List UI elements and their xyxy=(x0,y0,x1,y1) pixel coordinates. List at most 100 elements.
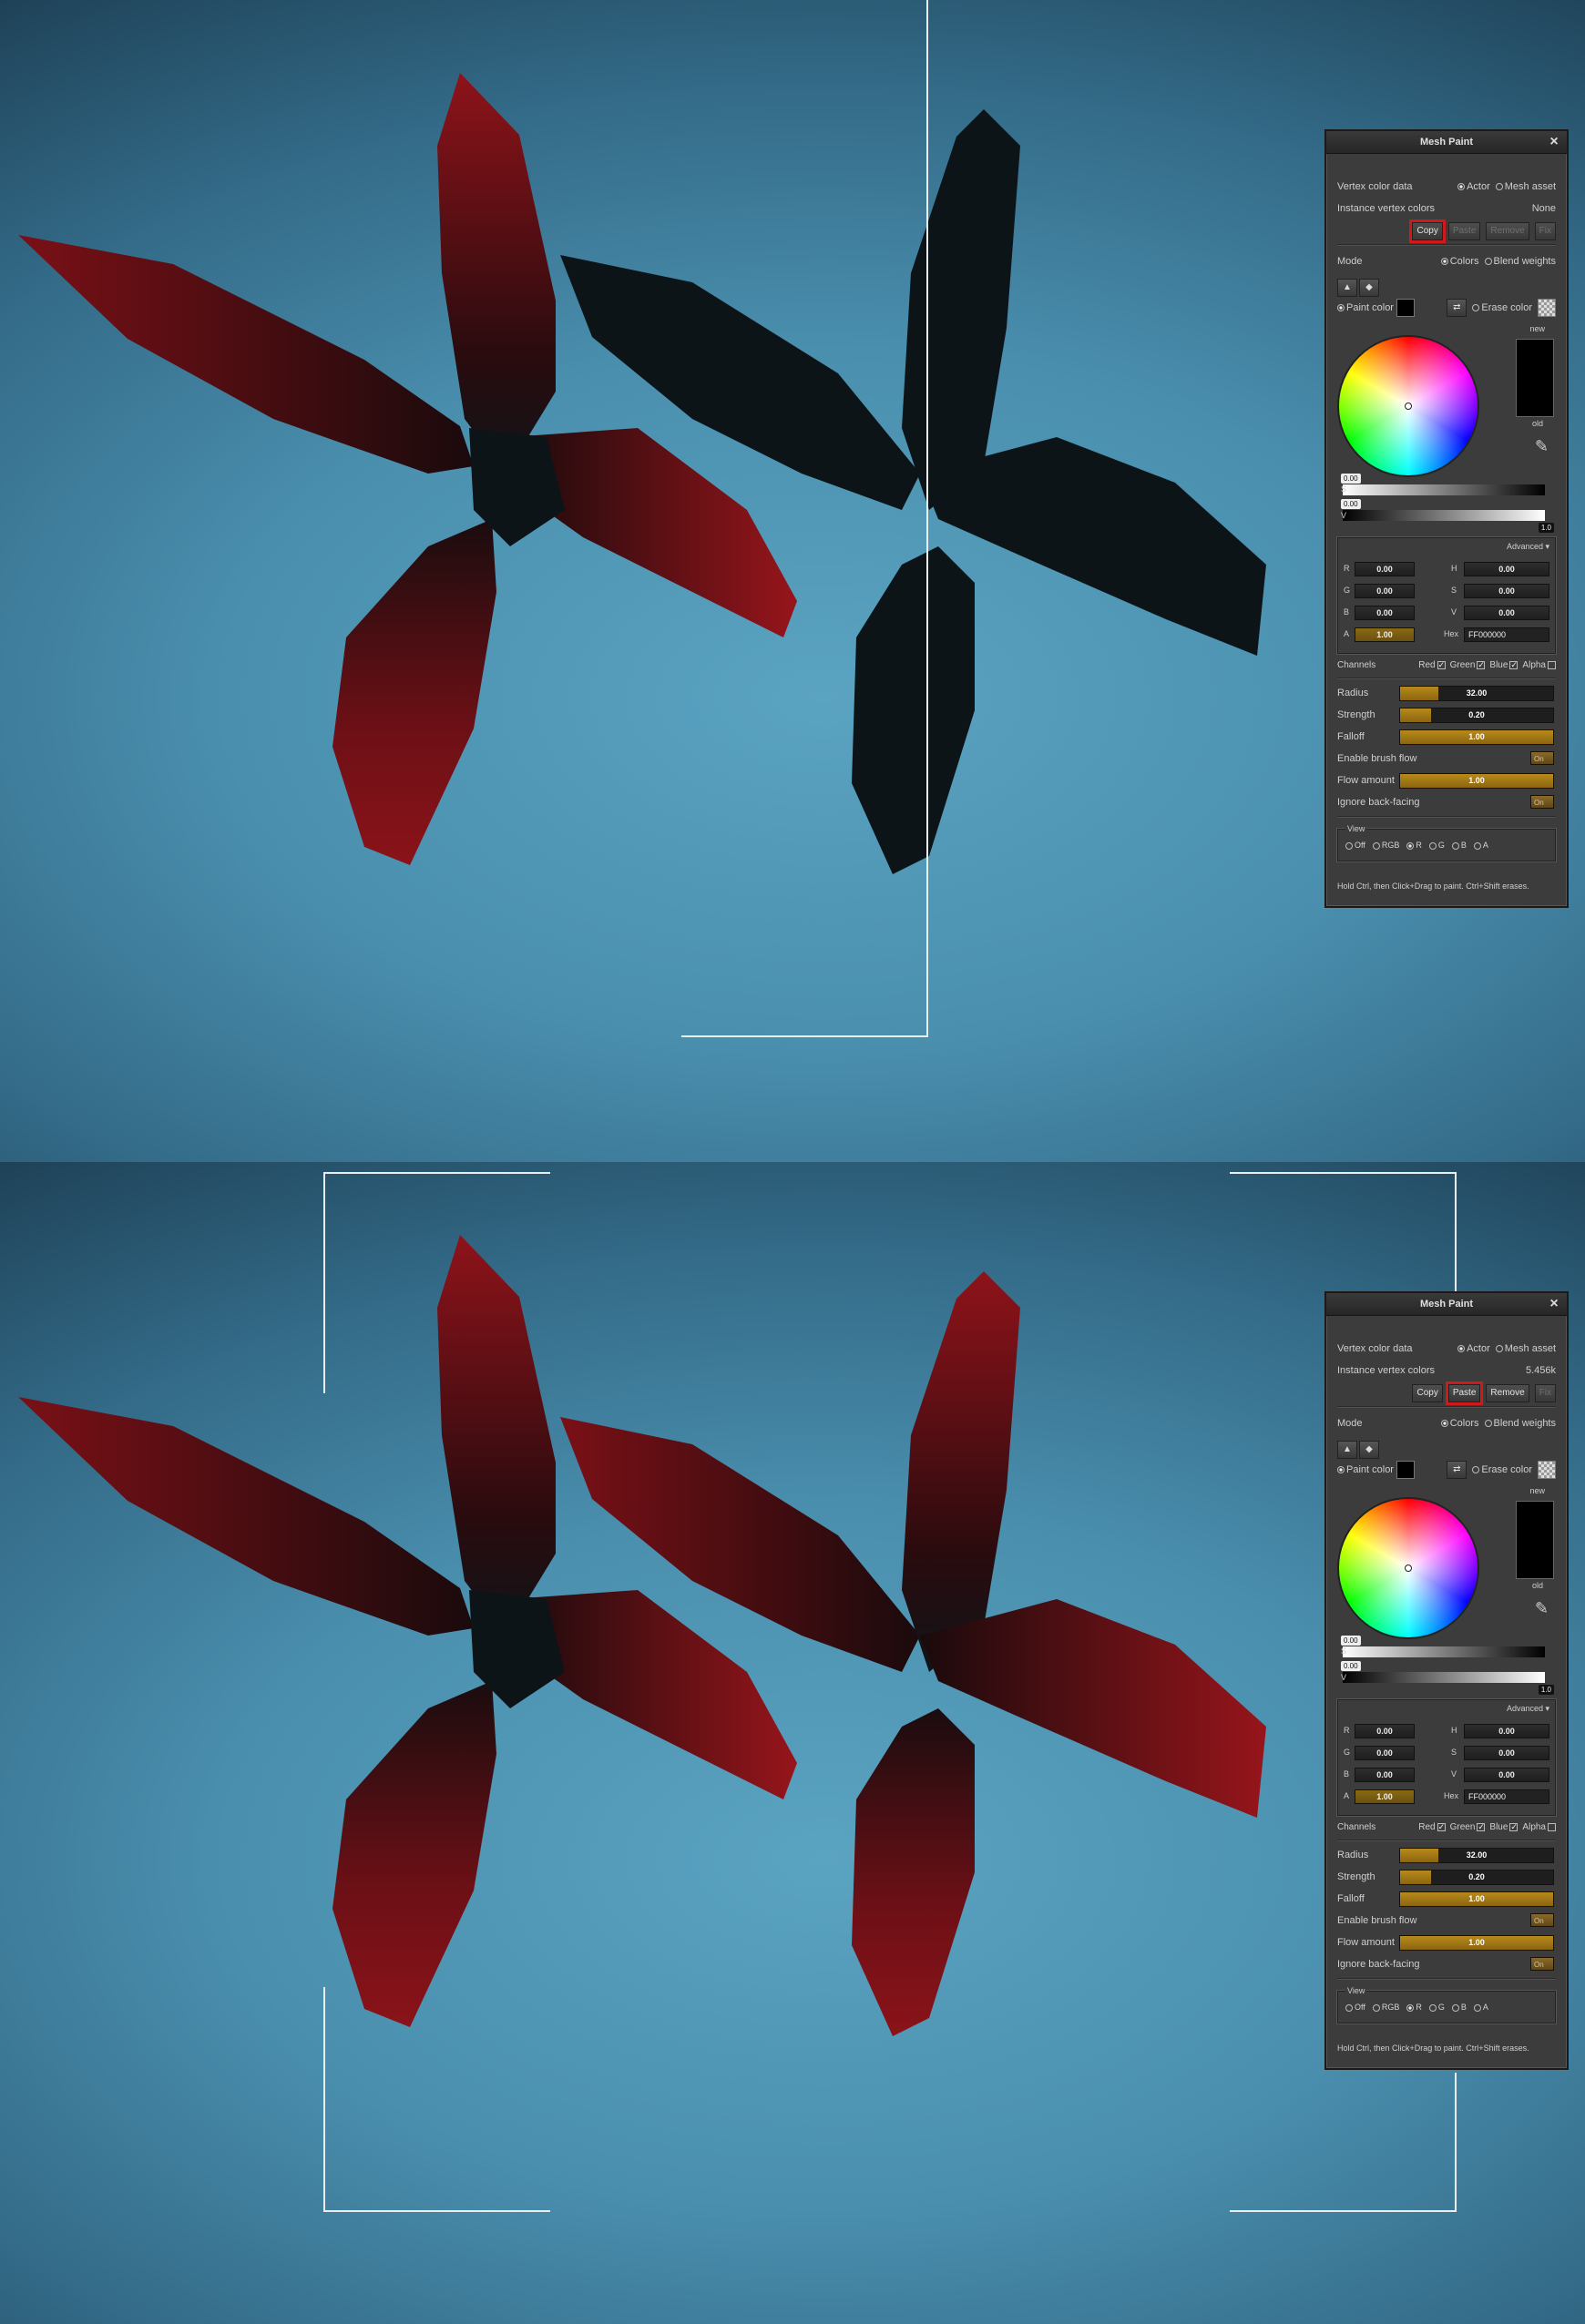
panel-titlebar[interactable]: Mesh Paint × xyxy=(1326,1293,1567,1316)
radio-mesh-asset[interactable]: Mesh asset xyxy=(1495,178,1556,195)
brush-icon[interactable]: ▲ xyxy=(1337,1441,1357,1459)
flow-amount-gauge[interactable]: 1.00 xyxy=(1399,1935,1554,1951)
v-max: 1.0 xyxy=(1538,523,1554,533)
field-b[interactable]: 0.00 xyxy=(1355,1768,1415,1782)
channel-green[interactable]: Green ✓ xyxy=(1450,657,1486,674)
advanced-toggle[interactable]: Advanced ▾ xyxy=(1507,1704,1549,1714)
value-slider[interactable] xyxy=(1343,1672,1545,1683)
radio-colors[interactable]: Colors xyxy=(1440,1415,1479,1432)
fix-button[interactable]: Fix xyxy=(1534,222,1556,240)
field-v[interactable]: 0.00 xyxy=(1464,606,1549,620)
back-facing-toggle[interactable]: On xyxy=(1530,795,1554,809)
field-s[interactable]: 0.00 xyxy=(1464,584,1549,598)
view-r[interactable]: R xyxy=(1406,841,1422,850)
color-wheel[interactable] xyxy=(1339,1499,1478,1637)
paste-button[interactable]: Paste xyxy=(1445,1381,1484,1405)
erase-color-swatch[interactable] xyxy=(1538,299,1556,317)
fix-button[interactable]: Fix xyxy=(1534,1384,1556,1402)
panel-titlebar[interactable]: Mesh Paint × xyxy=(1326,131,1567,154)
field-hex[interactable]: FF000000 xyxy=(1464,1789,1549,1804)
swap-icon[interactable]: ⇄ xyxy=(1447,1461,1467,1479)
remove-button[interactable]: Remove xyxy=(1486,1384,1529,1402)
paint-color-swatch[interactable] xyxy=(1396,299,1416,317)
channel-green[interactable]: Green ✓ xyxy=(1450,1819,1486,1836)
field-h[interactable]: 0.00 xyxy=(1464,562,1549,576)
paint-color-swatch[interactable] xyxy=(1396,1461,1416,1479)
view-b[interactable]: B xyxy=(1451,841,1467,850)
radio-blend-weights[interactable]: Blend weights xyxy=(1484,253,1556,270)
field-s[interactable]: 0.00 xyxy=(1464,1746,1549,1760)
field-a[interactable]: 1.00 xyxy=(1355,1789,1415,1804)
saturation-slider[interactable] xyxy=(1343,484,1545,495)
advanced-toggle[interactable]: Advanced ▾ xyxy=(1507,542,1549,552)
channel-red[interactable]: Red ✓ xyxy=(1418,657,1446,674)
radius-gauge[interactable]: 32.00 xyxy=(1399,686,1554,701)
radio-actor[interactable]: Actor xyxy=(1457,1340,1490,1357)
eyedropper-icon[interactable]: ✎ xyxy=(1535,1599,1549,1618)
radio-erase-color[interactable]: Erase color xyxy=(1472,300,1532,316)
channel-alpha[interactable]: Alpha xyxy=(1522,657,1556,674)
close-icon[interactable]: × xyxy=(1547,1293,1561,1315)
strength-gauge[interactable]: 0.20 xyxy=(1399,1870,1554,1885)
radio-blend-weights[interactable]: Blend weights xyxy=(1484,1415,1556,1432)
view-r[interactable]: R xyxy=(1406,2003,1422,2012)
brush-flow-toggle[interactable]: On xyxy=(1530,1913,1554,1927)
brush-icon[interactable]: ▲ xyxy=(1337,279,1357,297)
radio-mesh-asset[interactable]: Mesh asset xyxy=(1495,1340,1556,1357)
viewport-top[interactable]: Mesh Paint × Vertex color data Actor Mesh… xyxy=(0,0,1585,1162)
color-wheel-marker[interactable] xyxy=(1405,403,1412,410)
flow-amount-gauge[interactable]: 1.00 xyxy=(1399,773,1554,789)
strength-gauge[interactable]: 0.20 xyxy=(1399,708,1554,723)
channel-red[interactable]: Red ✓ xyxy=(1418,1819,1446,1836)
view-a[interactable]: A xyxy=(1473,2003,1488,2012)
view-g[interactable]: G xyxy=(1428,2003,1445,2012)
field-g[interactable]: 0.00 xyxy=(1355,584,1415,598)
color-wheel-marker[interactable] xyxy=(1405,1565,1412,1572)
view-off[interactable]: Off xyxy=(1345,841,1365,850)
fill-icon[interactable]: ◆ xyxy=(1359,1441,1379,1459)
radio-paint-color[interactable]: Paint color xyxy=(1337,299,1416,317)
view-g[interactable]: G xyxy=(1428,841,1445,850)
saturation-slider[interactable] xyxy=(1343,1646,1545,1657)
brush-flow-toggle[interactable]: On xyxy=(1530,751,1554,765)
field-g[interactable]: 0.00 xyxy=(1355,1746,1415,1760)
radio-actor[interactable]: Actor xyxy=(1457,178,1490,195)
erase-color-swatch[interactable] xyxy=(1538,1461,1556,1479)
fill-icon[interactable]: ◆ xyxy=(1359,279,1379,297)
back-facing-toggle[interactable]: On xyxy=(1530,1957,1554,1971)
copy-button[interactable]: Copy xyxy=(1409,219,1446,243)
copy-button[interactable]: Copy xyxy=(1412,1384,1443,1402)
channel-blue[interactable]: Blue ✓ xyxy=(1489,657,1519,674)
remove-button[interactable]: Remove xyxy=(1486,222,1529,240)
paste-button[interactable]: Paste xyxy=(1447,222,1481,240)
field-h[interactable]: 0.00 xyxy=(1464,1724,1549,1738)
radius-gauge[interactable]: 32.00 xyxy=(1399,1848,1554,1863)
value-slider[interactable] xyxy=(1343,510,1545,521)
field-r[interactable]: 0.00 xyxy=(1355,562,1415,576)
color-wheel[interactable] xyxy=(1339,337,1478,475)
field-b[interactable]: 0.00 xyxy=(1355,606,1415,620)
radio-paint-color[interactable]: Paint color xyxy=(1337,1461,1416,1479)
falloff-gauge[interactable]: 1.00 xyxy=(1399,729,1554,745)
field-v[interactable]: 0.00 xyxy=(1464,1768,1549,1782)
close-icon[interactable]: × xyxy=(1547,131,1561,153)
view-rgb[interactable]: RGB xyxy=(1372,841,1399,850)
label-strength: Strength xyxy=(1337,709,1375,720)
channel-blue[interactable]: Blue ✓ xyxy=(1489,1819,1519,1836)
view-a[interactable]: A xyxy=(1473,841,1488,850)
eyedropper-icon[interactable]: ✎ xyxy=(1535,437,1549,456)
field-r[interactable]: 0.00 xyxy=(1355,1724,1415,1738)
channel-alpha[interactable]: Alpha xyxy=(1522,1819,1556,1836)
falloff-gauge[interactable]: 1.00 xyxy=(1399,1891,1554,1907)
label-g: G xyxy=(1344,1748,1351,1757)
view-off[interactable]: Off xyxy=(1345,2003,1365,2012)
viewport-bottom[interactable]: Mesh Paint × Vertex color data Actor Mesh… xyxy=(0,1162,1585,2324)
radio-colors[interactable]: Colors xyxy=(1440,253,1479,270)
swap-icon[interactable]: ⇄ xyxy=(1447,299,1467,317)
radio-erase-color[interactable]: Erase color xyxy=(1472,1462,1532,1478)
field-hex[interactable]: FF000000 xyxy=(1464,627,1549,642)
label-b: B xyxy=(1344,607,1350,617)
field-a[interactable]: 1.00 xyxy=(1355,627,1415,642)
view-rgb[interactable]: RGB xyxy=(1372,2003,1399,2012)
view-b[interactable]: B xyxy=(1451,2003,1467,2012)
